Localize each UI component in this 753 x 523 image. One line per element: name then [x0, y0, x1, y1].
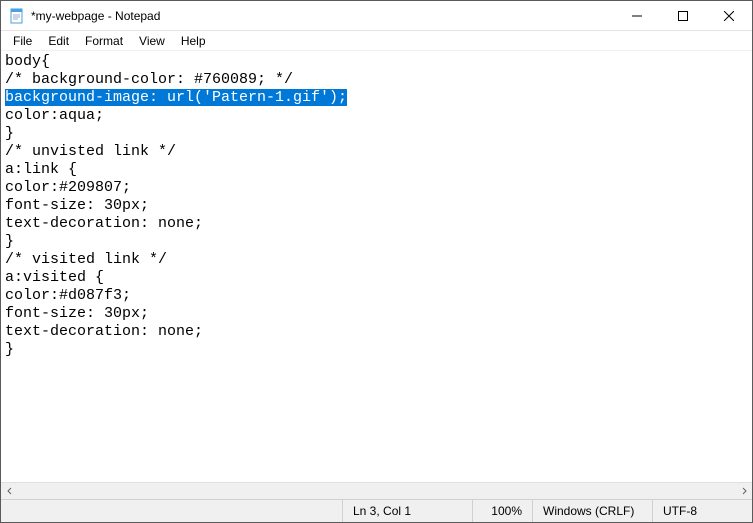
menu-format[interactable]: Format	[77, 32, 131, 50]
horizontal-scrollbar[interactable]	[1, 482, 752, 499]
status-zoom: 100%	[472, 500, 532, 522]
minimize-button[interactable]	[614, 1, 660, 31]
menu-edit[interactable]: Edit	[40, 32, 77, 50]
status-blank	[1, 500, 342, 522]
scroll-track[interactable]	[18, 483, 735, 500]
maximize-button[interactable]	[660, 1, 706, 31]
status-position: Ln 3, Col 1	[342, 500, 472, 522]
title-bar: *my-webpage - Notepad	[1, 1, 752, 31]
scroll-left-arrow-icon[interactable]	[1, 483, 18, 500]
menu-bar: File Edit Format View Help	[1, 31, 752, 51]
menu-view[interactable]: View	[131, 32, 173, 50]
text-editor[interactable]: body{/* background-color: #760089; */bac…	[1, 51, 752, 482]
menu-help[interactable]: Help	[173, 32, 214, 50]
menu-file[interactable]: File	[5, 32, 40, 50]
close-button[interactable]	[706, 1, 752, 31]
status-encoding: UTF-8	[652, 500, 752, 522]
status-bar: Ln 3, Col 1 100% Windows (CRLF) UTF-8	[1, 499, 752, 522]
status-line-ending: Windows (CRLF)	[532, 500, 652, 522]
editor-container: body{/* background-color: #760089; */bac…	[1, 51, 752, 499]
window-title: *my-webpage - Notepad	[31, 9, 160, 23]
scroll-right-arrow-icon[interactable]	[735, 483, 752, 500]
notepad-icon	[9, 8, 25, 24]
